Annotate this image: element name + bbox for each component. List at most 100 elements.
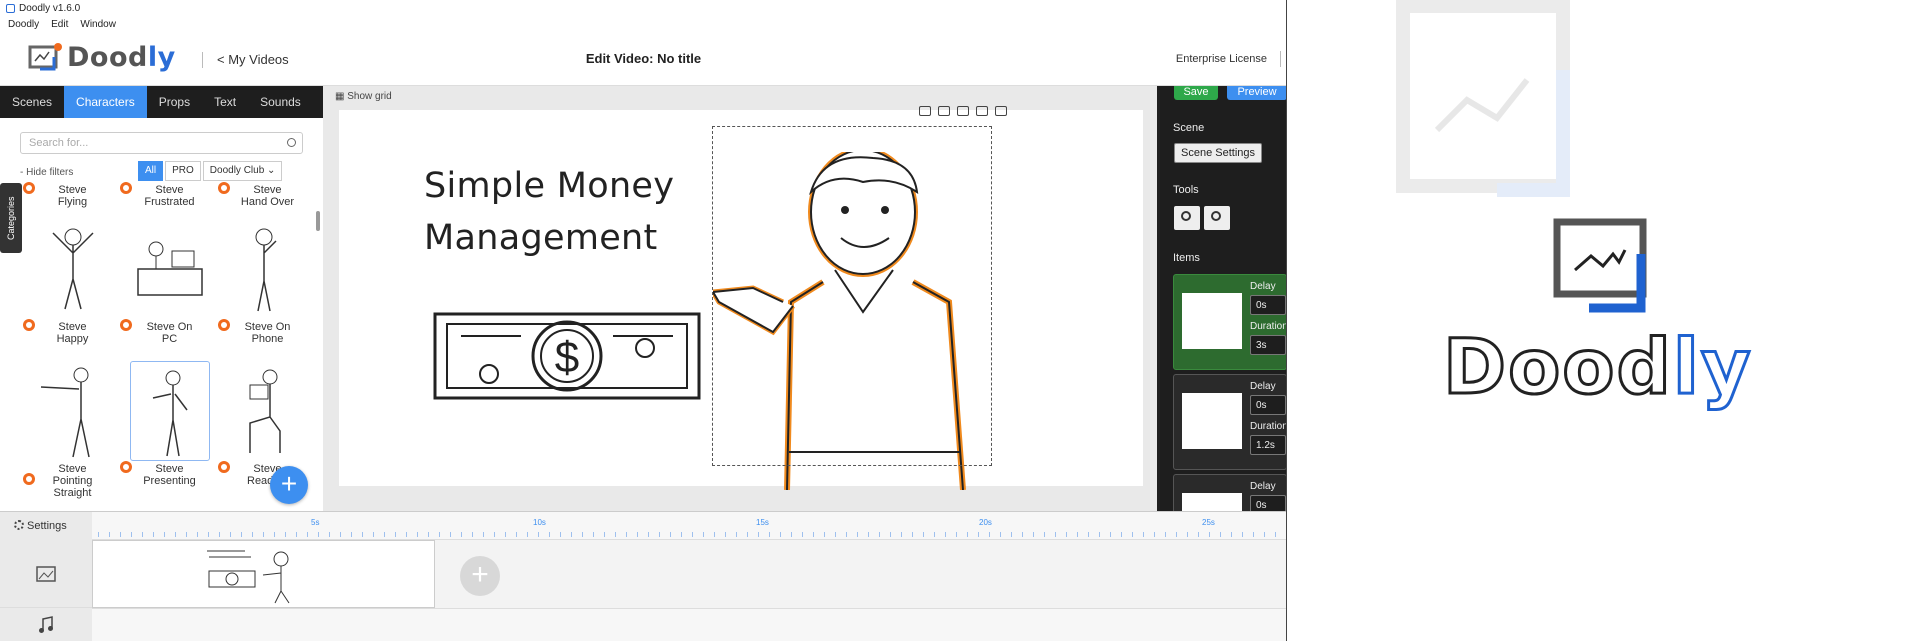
character-card[interactable]: Steve Pointing Straight bbox=[23, 361, 120, 499]
menu-window[interactable]: Window bbox=[80, 19, 116, 30]
character-name: Steve Pointing Straight bbox=[52, 463, 93, 499]
scene-clip[interactable] bbox=[92, 540, 435, 608]
ruler-tick bbox=[164, 532, 165, 537]
flip-icon[interactable] bbox=[938, 106, 950, 116]
menu-doodly[interactable]: Doodly bbox=[8, 19, 39, 30]
ruler-tick bbox=[626, 532, 627, 537]
categories-tab[interactable]: Categories bbox=[0, 183, 22, 253]
item-card[interactable]: Delay 0s Duration 1.2s bbox=[1173, 374, 1287, 470]
page-title: Edit Video: No title bbox=[585, 51, 702, 66]
preview-button[interactable]: Preview bbox=[1227, 86, 1286, 100]
ruler-tick bbox=[1176, 532, 1177, 537]
ruler-tick bbox=[681, 532, 682, 537]
character-card[interactable]: Steve On Phone bbox=[218, 219, 315, 345]
ruler-tick bbox=[120, 532, 121, 537]
filter-pro[interactable]: PRO bbox=[165, 161, 201, 181]
item-card[interactable]: Delay 0s bbox=[1173, 474, 1286, 511]
ruler-tick bbox=[659, 532, 660, 537]
ruler-tick bbox=[912, 532, 913, 537]
tab-characters[interactable]: Characters bbox=[64, 86, 147, 118]
character-card[interactable]: Steve On PC bbox=[120, 219, 217, 345]
tab-scenes[interactable]: Scenes bbox=[0, 86, 64, 118]
ruler-tick bbox=[461, 532, 462, 537]
duration-input[interactable]: 3s bbox=[1250, 335, 1286, 355]
hide-filters-link[interactable]: - Hide filters bbox=[20, 167, 73, 178]
ruler-tick bbox=[186, 532, 187, 537]
filter-doodly-club[interactable]: Doodly Club ⌄ bbox=[202, 161, 283, 181]
replace-icon[interactable] bbox=[976, 106, 988, 116]
duration-input[interactable]: 1.2s bbox=[1250, 435, 1286, 455]
character-card[interactable]: Steve Hand Over bbox=[218, 182, 315, 208]
character-card-selected[interactable]: Steve Presenting bbox=[120, 361, 217, 487]
pro-star-icon bbox=[120, 182, 132, 194]
ruler-tick bbox=[593, 532, 594, 537]
show-grid-toggle[interactable]: ▦ Show grid bbox=[335, 91, 392, 102]
zoom-out-button[interactable] bbox=[1204, 206, 1230, 230]
timeline-settings-button[interactable]: Settings bbox=[0, 512, 92, 540]
duplicate-icon[interactable] bbox=[957, 106, 969, 116]
ruler-tick bbox=[670, 532, 671, 537]
ruler-tick bbox=[1231, 532, 1232, 537]
save-button[interactable]: Save bbox=[1174, 86, 1218, 100]
ruler-tick bbox=[868, 532, 869, 537]
character-card[interactable]: Steve Happy bbox=[23, 219, 120, 345]
delay-label: Delay bbox=[1250, 381, 1276, 392]
pro-star-icon bbox=[120, 319, 132, 331]
delay-input[interactable]: 0s bbox=[1250, 495, 1286, 511]
menu-edit[interactable]: Edit bbox=[51, 19, 68, 30]
character-card[interactable]: Steve Flying bbox=[23, 182, 120, 208]
duration-label: Duration bbox=[1250, 421, 1287, 432]
ruler-tick bbox=[1187, 532, 1188, 537]
tab-text[interactable]: Text bbox=[202, 86, 248, 118]
timeline-ruler[interactable]: 5s 10s 15s 20s 25s bbox=[92, 512, 1286, 540]
search-icon[interactable] bbox=[287, 138, 296, 147]
item-card-selected[interactable]: Delay 0s Duration 3s bbox=[1173, 274, 1286, 370]
timeline: Settings 5s 10s 15s 20s 25s + bbox=[0, 511, 1286, 641]
ruler-label: 15s bbox=[756, 518, 769, 527]
ruler-tick bbox=[483, 532, 484, 537]
ruler-tick bbox=[1132, 532, 1133, 537]
ruler-tick bbox=[98, 532, 99, 537]
tab-props[interactable]: Props bbox=[147, 86, 202, 118]
character-name: Steve On Phone bbox=[244, 321, 291, 345]
audio-track[interactable] bbox=[92, 608, 1286, 641]
ruler-tick bbox=[879, 532, 880, 537]
ruler-tick bbox=[494, 532, 495, 537]
tab-sounds[interactable]: Sounds bbox=[248, 86, 313, 118]
pro-star-icon bbox=[23, 319, 35, 331]
canvas-text-item[interactable]: Simple Money Management bbox=[424, 160, 674, 264]
panel-scrollbar[interactable] bbox=[316, 211, 320, 231]
add-character-button[interactable]: + bbox=[270, 466, 308, 504]
ruler-tick bbox=[153, 532, 154, 537]
delete-icon[interactable] bbox=[995, 106, 1007, 116]
ruler-tick bbox=[1253, 532, 1254, 537]
canvas-area: ▦ Show grid Simple Money Management $ bbox=[323, 86, 1157, 511]
pro-star-icon bbox=[218, 319, 230, 331]
selection-box[interactable] bbox=[712, 126, 992, 466]
ruler-tick bbox=[604, 532, 605, 537]
scene-settings-button[interactable]: Scene Settings bbox=[1174, 143, 1262, 163]
ruler-tick bbox=[351, 532, 352, 537]
ruler-tick bbox=[142, 532, 143, 537]
ruler-tick bbox=[615, 532, 616, 537]
ruler-tick bbox=[307, 532, 308, 537]
search-input[interactable]: Search for... bbox=[20, 132, 303, 154]
ruler-tick bbox=[703, 532, 704, 537]
search-placeholder: Search for... bbox=[29, 137, 89, 149]
filter-toggle-group: All PRO Doodly Club ⌄ bbox=[138, 161, 283, 181]
settings-icon[interactable] bbox=[919, 106, 931, 116]
money-bill-image[interactable]: $ bbox=[433, 312, 701, 400]
ruler-tick bbox=[637, 532, 638, 537]
zoom-in-button[interactable] bbox=[1174, 206, 1200, 230]
doodly-wordmark: Doodly bbox=[1442, 321, 1753, 413]
asset-panel: Scenes Characters Props Text Sounds Sear… bbox=[0, 86, 323, 511]
ruler-tick bbox=[340, 532, 341, 537]
ruler-label: 5s bbox=[311, 518, 320, 527]
delay-input[interactable]: 0s bbox=[1250, 395, 1286, 415]
ruler-tick bbox=[131, 532, 132, 537]
filter-all[interactable]: All bbox=[138, 161, 164, 181]
character-card[interactable]: Steve Reading bbox=[218, 361, 315, 487]
delay-input[interactable]: 0s bbox=[1250, 295, 1286, 315]
add-scene-button[interactable]: + bbox=[460, 556, 500, 596]
character-card[interactable]: Steve Frustrated bbox=[120, 182, 217, 208]
